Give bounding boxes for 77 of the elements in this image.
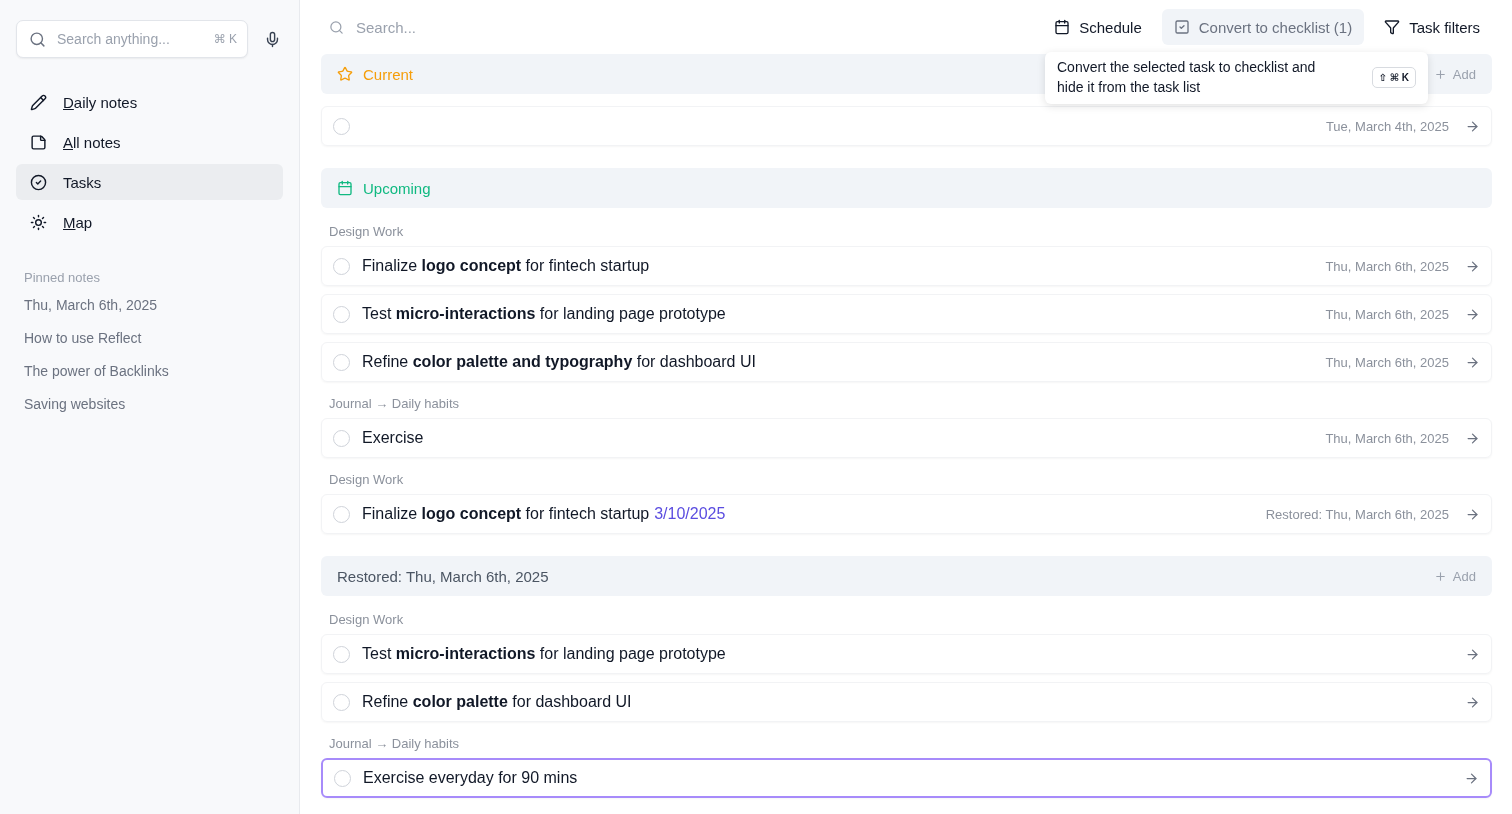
arrow-icon[interactable] — [1465, 306, 1480, 322]
checkbox-circle[interactable] — [333, 429, 350, 447]
task-date: Thu, March 6th, 2025 — [1325, 430, 1449, 446]
group-label: Journal → Daily habits — [329, 396, 461, 411]
task-row[interactable]: Test micro-interactions for landing page prototype Thu, March 6th, 2025 — [321, 294, 1492, 334]
pinned-note-link[interactable]: Thu, March 6th, 2025 — [24, 297, 275, 313]
tooltip-text: Convert the selected task to checklist and hide it from the task list — [1057, 58, 1317, 97]
microphone-icon[interactable] — [264, 30, 281, 48]
search-input[interactable]: Search anything... — [55, 30, 205, 48]
shortcut-hint: ⌘ K — [213, 32, 237, 46]
plus-icon — [1433, 569, 1447, 583]
task-row[interactable]: Finalize logo concept for fintech startup 3/10/2025 Restored: Thu, March 6th, 2025 — [321, 494, 1492, 534]
task-text: Exercise — [362, 429, 425, 447]
task-row[interactable]: Test micro-interactions for landing page prototype — [321, 634, 1492, 674]
arrow-icon[interactable] — [1465, 646, 1480, 662]
checkbox-circle[interactable] — [333, 305, 350, 323]
check-circle-icon — [30, 173, 47, 191]
task-text: Exercise everyday for 90 mins — [363, 769, 579, 787]
arrow-icon[interactable] — [1464, 770, 1479, 786]
task-row[interactable]: Refine color palette for dashboard UI — [321, 682, 1492, 722]
pencil-icon — [30, 93, 47, 111]
group-label: Design Work — [329, 472, 405, 487]
checkbox-circle[interactable] — [333, 117, 350, 135]
section-title: Upcoming — [363, 179, 431, 197]
arrow-icon[interactable] — [1465, 354, 1480, 370]
task-date: Restored: Thu, March 6th, 2025 — [1265, 506, 1449, 522]
task-text: Test micro-interactions for landing page prototype — [362, 305, 727, 323]
arrow-icon[interactable] — [1465, 694, 1480, 710]
checkbox-circle[interactable] — [333, 353, 350, 371]
group-label: Design Work — [329, 612, 405, 627]
shortcut-hint: ⇧ ⌘ K — [1371, 66, 1416, 88]
search-field[interactable]: Search... — [354, 17, 1035, 37]
star-icon — [337, 66, 353, 82]
toolbar-button[interactable]: Schedule — [1042, 9, 1154, 45]
section-title: Current — [363, 65, 414, 83]
task-date: Thu, March 6th, 2025 — [1325, 354, 1449, 370]
search-icon — [29, 30, 46, 48]
calendar-icon — [337, 180, 353, 196]
task-text: Refine color palette for dashboard UI — [362, 693, 633, 711]
task-text: Refine color palette and typography for dashboard UI — [362, 353, 757, 371]
checkbox-icon — [1173, 19, 1190, 35]
calendar-icon — [1054, 19, 1071, 35]
arrow-icon[interactable] — [1465, 430, 1480, 446]
toolbar-button[interactable]: Convert to checklist (1) — [1161, 9, 1365, 45]
task-row[interactable]: Refine color palette and typography for dashboard UI Thu, March 6th, 2025 — [321, 342, 1492, 382]
task-date: Thu, March 6th, 2025 — [1325, 258, 1449, 274]
checkbox-circle[interactable] — [333, 505, 350, 523]
task-date: Thu, March 6th, 2025 — [1325, 306, 1449, 322]
pinned-note-link[interactable]: How to use Reflect — [24, 330, 275, 346]
search-icon — [329, 19, 344, 35]
sun-icon — [30, 213, 47, 231]
arrow-icon[interactable] — [1465, 118, 1480, 134]
arrow-icon[interactable] — [1465, 506, 1480, 522]
task-text: Finalize logo concept for fintech startup — [362, 257, 651, 275]
task-date: Tue, March 4th, 2025 — [1325, 118, 1449, 134]
checkbox-circle[interactable] — [334, 769, 351, 787]
note-icon — [30, 133, 47, 151]
filter-icon — [1384, 19, 1401, 35]
section-title: Restored: Thu, March 6th, 2025 — [337, 567, 549, 585]
toolbar-button[interactable]: Task filters — [1372, 9, 1492, 45]
checkbox-circle[interactable] — [333, 257, 350, 275]
task-row[interactable]: Finalize logo concept for fintech startup Thu, March 6th, 2025 — [321, 246, 1492, 286]
pinned-note-link[interactable]: The power of Backlinks — [24, 363, 275, 379]
group-label: Design Work — [329, 224, 405, 239]
nav-item[interactable]: Tasks — [16, 164, 283, 200]
plus-icon — [1433, 67, 1447, 81]
task-row[interactable]: Exercise everyday for 90 mins — [321, 758, 1492, 798]
group-label: Journal → Daily habits — [329, 736, 461, 751]
checkbox-circle[interactable] — [333, 693, 350, 711]
section-label: Pinned notes — [24, 270, 101, 285]
task-text: Finalize logo concept for fintech startup 3/10/2025 — [362, 505, 727, 523]
checkbox-circle[interactable] — [333, 645, 350, 663]
task-text: Test micro-interactions for landing page prototype — [362, 645, 727, 663]
arrow-icon[interactable] — [1465, 258, 1480, 274]
date-link[interactable]: 3/10/2025 — [654, 505, 726, 522]
pinned-note-link[interactable]: Saving websites — [24, 396, 275, 412]
task-row[interactable]: Exercise Thu, March 6th, 2025 — [321, 418, 1492, 458]
